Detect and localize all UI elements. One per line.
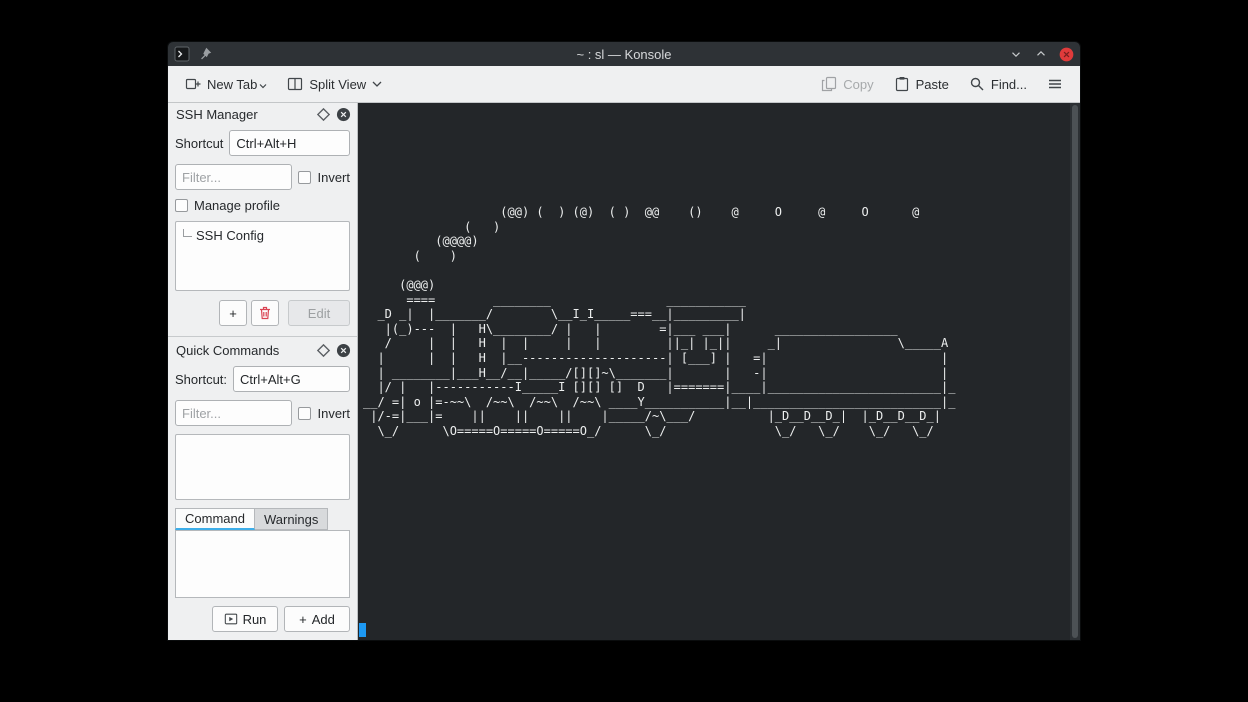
manage-profile-label: Manage profile — [194, 198, 280, 213]
ssh-edit-button[interactable]: Edit — [288, 300, 350, 326]
hamburger-menu-icon — [1047, 76, 1063, 92]
qc-command-editor[interactable] — [175, 530, 350, 598]
tree-item-ssh-config[interactable]: SSH Config — [180, 228, 345, 243]
paste-icon — [894, 76, 910, 92]
qc-command-list[interactable] — [175, 434, 350, 500]
desktop-background: ~ : sl — Konsole New Tab — [0, 0, 1248, 702]
search-icon — [969, 76, 985, 92]
trash-icon — [257, 305, 273, 321]
ssh-manager-panel: SSH Manager Shortcut — [168, 103, 357, 335]
run-label: Run — [243, 612, 267, 627]
qc-buttons-row: Run + Add — [168, 598, 357, 640]
chevron-down-icon — [372, 76, 382, 92]
copy-label: Copy — [843, 77, 873, 92]
tree-branch-icon — [183, 229, 192, 237]
split-view-button[interactable]: Split View — [278, 71, 391, 97]
toolbar: New Tab Split View Copy — [168, 66, 1080, 103]
ssh-buttons-row: + Edit — [168, 295, 357, 335]
konsole-window: ~ : sl — Konsole New Tab — [168, 42, 1080, 640]
tab-warnings[interactable]: Warnings — [255, 508, 328, 530]
minimize-button[interactable] — [1008, 46, 1024, 62]
run-icon — [224, 612, 238, 626]
quick-commands-header[interactable]: Quick Commands — [168, 339, 357, 362]
ssh-filter-input[interactable] — [175, 164, 292, 190]
terminal-cursor — [359, 623, 366, 637]
terminal[interactable]: (@@) ( ) (@) ( ) @@ () @ O @ O @ ( ) (@@… — [358, 103, 1070, 640]
new-tab-label: New Tab — [207, 77, 257, 92]
konsole-app-icon[interactable] — [174, 46, 190, 62]
ssh-shortcut-row: Shortcut — [168, 126, 357, 160]
split-view-icon — [287, 76, 303, 92]
ssh-shortcut-label: Shortcut — [175, 136, 223, 151]
new-tab-icon — [185, 76, 201, 92]
qc-filter-row: Invert — [168, 396, 357, 430]
scrollbar-thumb[interactable] — [1072, 105, 1078, 638]
find-button[interactable]: Find... — [960, 71, 1036, 97]
float-panel-icon[interactable] — [316, 107, 331, 122]
terminal-output: (@@) ( ) (@) ( ) @@ () @ O @ O @ ( ) (@@… — [358, 103, 1070, 439]
terminal-scrollbar[interactable] — [1070, 103, 1080, 640]
ssh-manager-header[interactable]: SSH Manager — [168, 103, 357, 126]
ssh-filter-row: Invert — [168, 160, 357, 194]
qc-tabbar: Command Warnings — [175, 508, 350, 530]
sidebar: SSH Manager Shortcut — [168, 103, 358, 640]
add-button[interactable]: + Add — [284, 606, 350, 632]
float-panel-icon[interactable] — [316, 343, 331, 358]
ssh-profile-tree[interactable]: SSH Config — [175, 221, 350, 291]
paste-label: Paste — [916, 77, 949, 92]
split-view-label: Split View — [309, 77, 366, 92]
run-button[interactable]: Run — [212, 606, 278, 632]
quick-commands-panel: Quick Commands Shortcut: — [168, 336, 357, 640]
copy-button[interactable]: Copy — [812, 71, 882, 97]
titlebar[interactable]: ~ : sl — Konsole — [168, 42, 1080, 66]
manage-profile-row: Manage profile — [168, 194, 357, 217]
ssh-manager-title: SSH Manager — [176, 107, 311, 122]
tab-command[interactable]: Command — [175, 508, 255, 530]
qc-invert-checkbox[interactable] — [298, 407, 311, 420]
close-panel-icon[interactable] — [336, 343, 351, 358]
quick-commands-title: Quick Commands — [176, 343, 311, 358]
qc-shortcut-label: Shortcut: — [175, 372, 227, 387]
plus-icon: + — [229, 306, 237, 321]
window-controls — [1008, 46, 1074, 62]
new-tab-button[interactable]: New Tab — [176, 71, 276, 97]
new-tab-dropdown-caret — [259, 82, 267, 90]
tree-item-label: SSH Config — [196, 228, 264, 243]
window-title: ~ : sl — Konsole — [168, 47, 1080, 62]
ssh-add-button[interactable]: + — [219, 300, 247, 326]
maximize-button[interactable] — [1033, 46, 1049, 62]
edit-label: Edit — [308, 306, 330, 321]
window-main: SSH Manager Shortcut — [168, 103, 1080, 640]
ssh-shortcut-input[interactable] — [229, 130, 350, 156]
manage-profile-checkbox[interactable] — [175, 199, 188, 212]
close-panel-icon[interactable] — [336, 107, 351, 122]
ssh-invert-label: Invert — [317, 170, 350, 185]
menu-button[interactable] — [1038, 71, 1072, 97]
qc-invert-label: Invert — [317, 406, 350, 421]
qc-shortcut-row: Shortcut: — [168, 362, 357, 396]
ssh-invert-checkbox[interactable] — [298, 171, 311, 184]
plus-icon: + — [299, 612, 307, 627]
add-label: Add — [312, 612, 335, 627]
close-button[interactable] — [1058, 46, 1074, 62]
pin-icon[interactable] — [197, 46, 213, 62]
ssh-delete-button[interactable] — [251, 300, 279, 326]
copy-icon — [821, 76, 837, 92]
qc-shortcut-input[interactable] — [233, 366, 350, 392]
paste-button[interactable]: Paste — [885, 71, 958, 97]
find-label: Find... — [991, 77, 1027, 92]
qc-filter-input[interactable] — [175, 400, 292, 426]
